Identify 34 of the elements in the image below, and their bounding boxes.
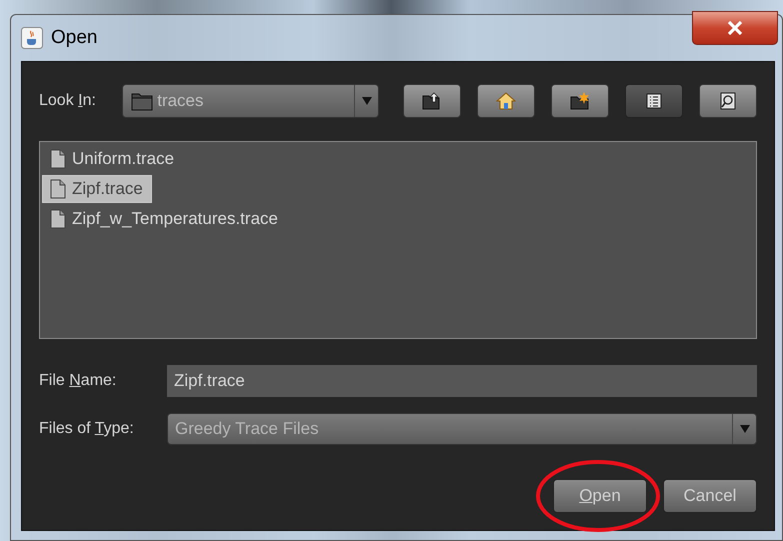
look-in-label: Look In: — [39, 91, 97, 111]
file-icon — [50, 179, 66, 199]
file-icon — [50, 149, 66, 169]
coffee-cup-icon — [21, 27, 43, 49]
file-type-dropdown[interactable]: Greedy Trace Files — [167, 413, 757, 445]
new-folder-icon — [570, 92, 590, 110]
file-item[interactable]: Uniform.trace — [42, 145, 184, 173]
files-of-type-label: Files of Type: — [39, 419, 135, 439]
dropdown-arrow-icon — [362, 97, 372, 105]
toolbar-button[interactable] — [625, 84, 683, 118]
dropdown-arrow-icon — [740, 425, 750, 433]
file-name: Zipf.trace — [72, 178, 143, 200]
dialog-button[interactable]: Cancel — [663, 479, 757, 513]
toolbar-button[interactable] — [699, 84, 757, 118]
file-name-label: File Name: — [39, 371, 118, 391]
window-title: Open — [51, 26, 98, 50]
list-view-icon — [646, 93, 662, 109]
home-icon — [496, 92, 516, 110]
file-name: Zipf_w_Temperatures.trace — [72, 208, 278, 230]
toolbar-button[interactable] — [477, 84, 535, 118]
file-item[interactable]: Zipf_w_Temperatures.trace — [42, 205, 287, 233]
details-view-icon — [719, 92, 737, 110]
folder-icon — [131, 91, 154, 111]
file-name-field[interactable]: Zipf.trace — [167, 365, 757, 397]
file-icon — [50, 209, 66, 229]
close-button[interactable] — [692, 11, 778, 45]
file-name: Uniform.trace — [72, 148, 174, 170]
toolbar-button[interactable] — [551, 84, 609, 118]
folder-up-icon — [422, 92, 442, 110]
close-icon — [727, 21, 743, 35]
toolbar-button[interactable] — [403, 84, 461, 118]
file-item[interactable]: Zipf.trace — [42, 175, 152, 203]
look-in-dropdown[interactable]: traces — [122, 84, 379, 118]
dialog-button[interactable]: Open — [553, 479, 647, 513]
